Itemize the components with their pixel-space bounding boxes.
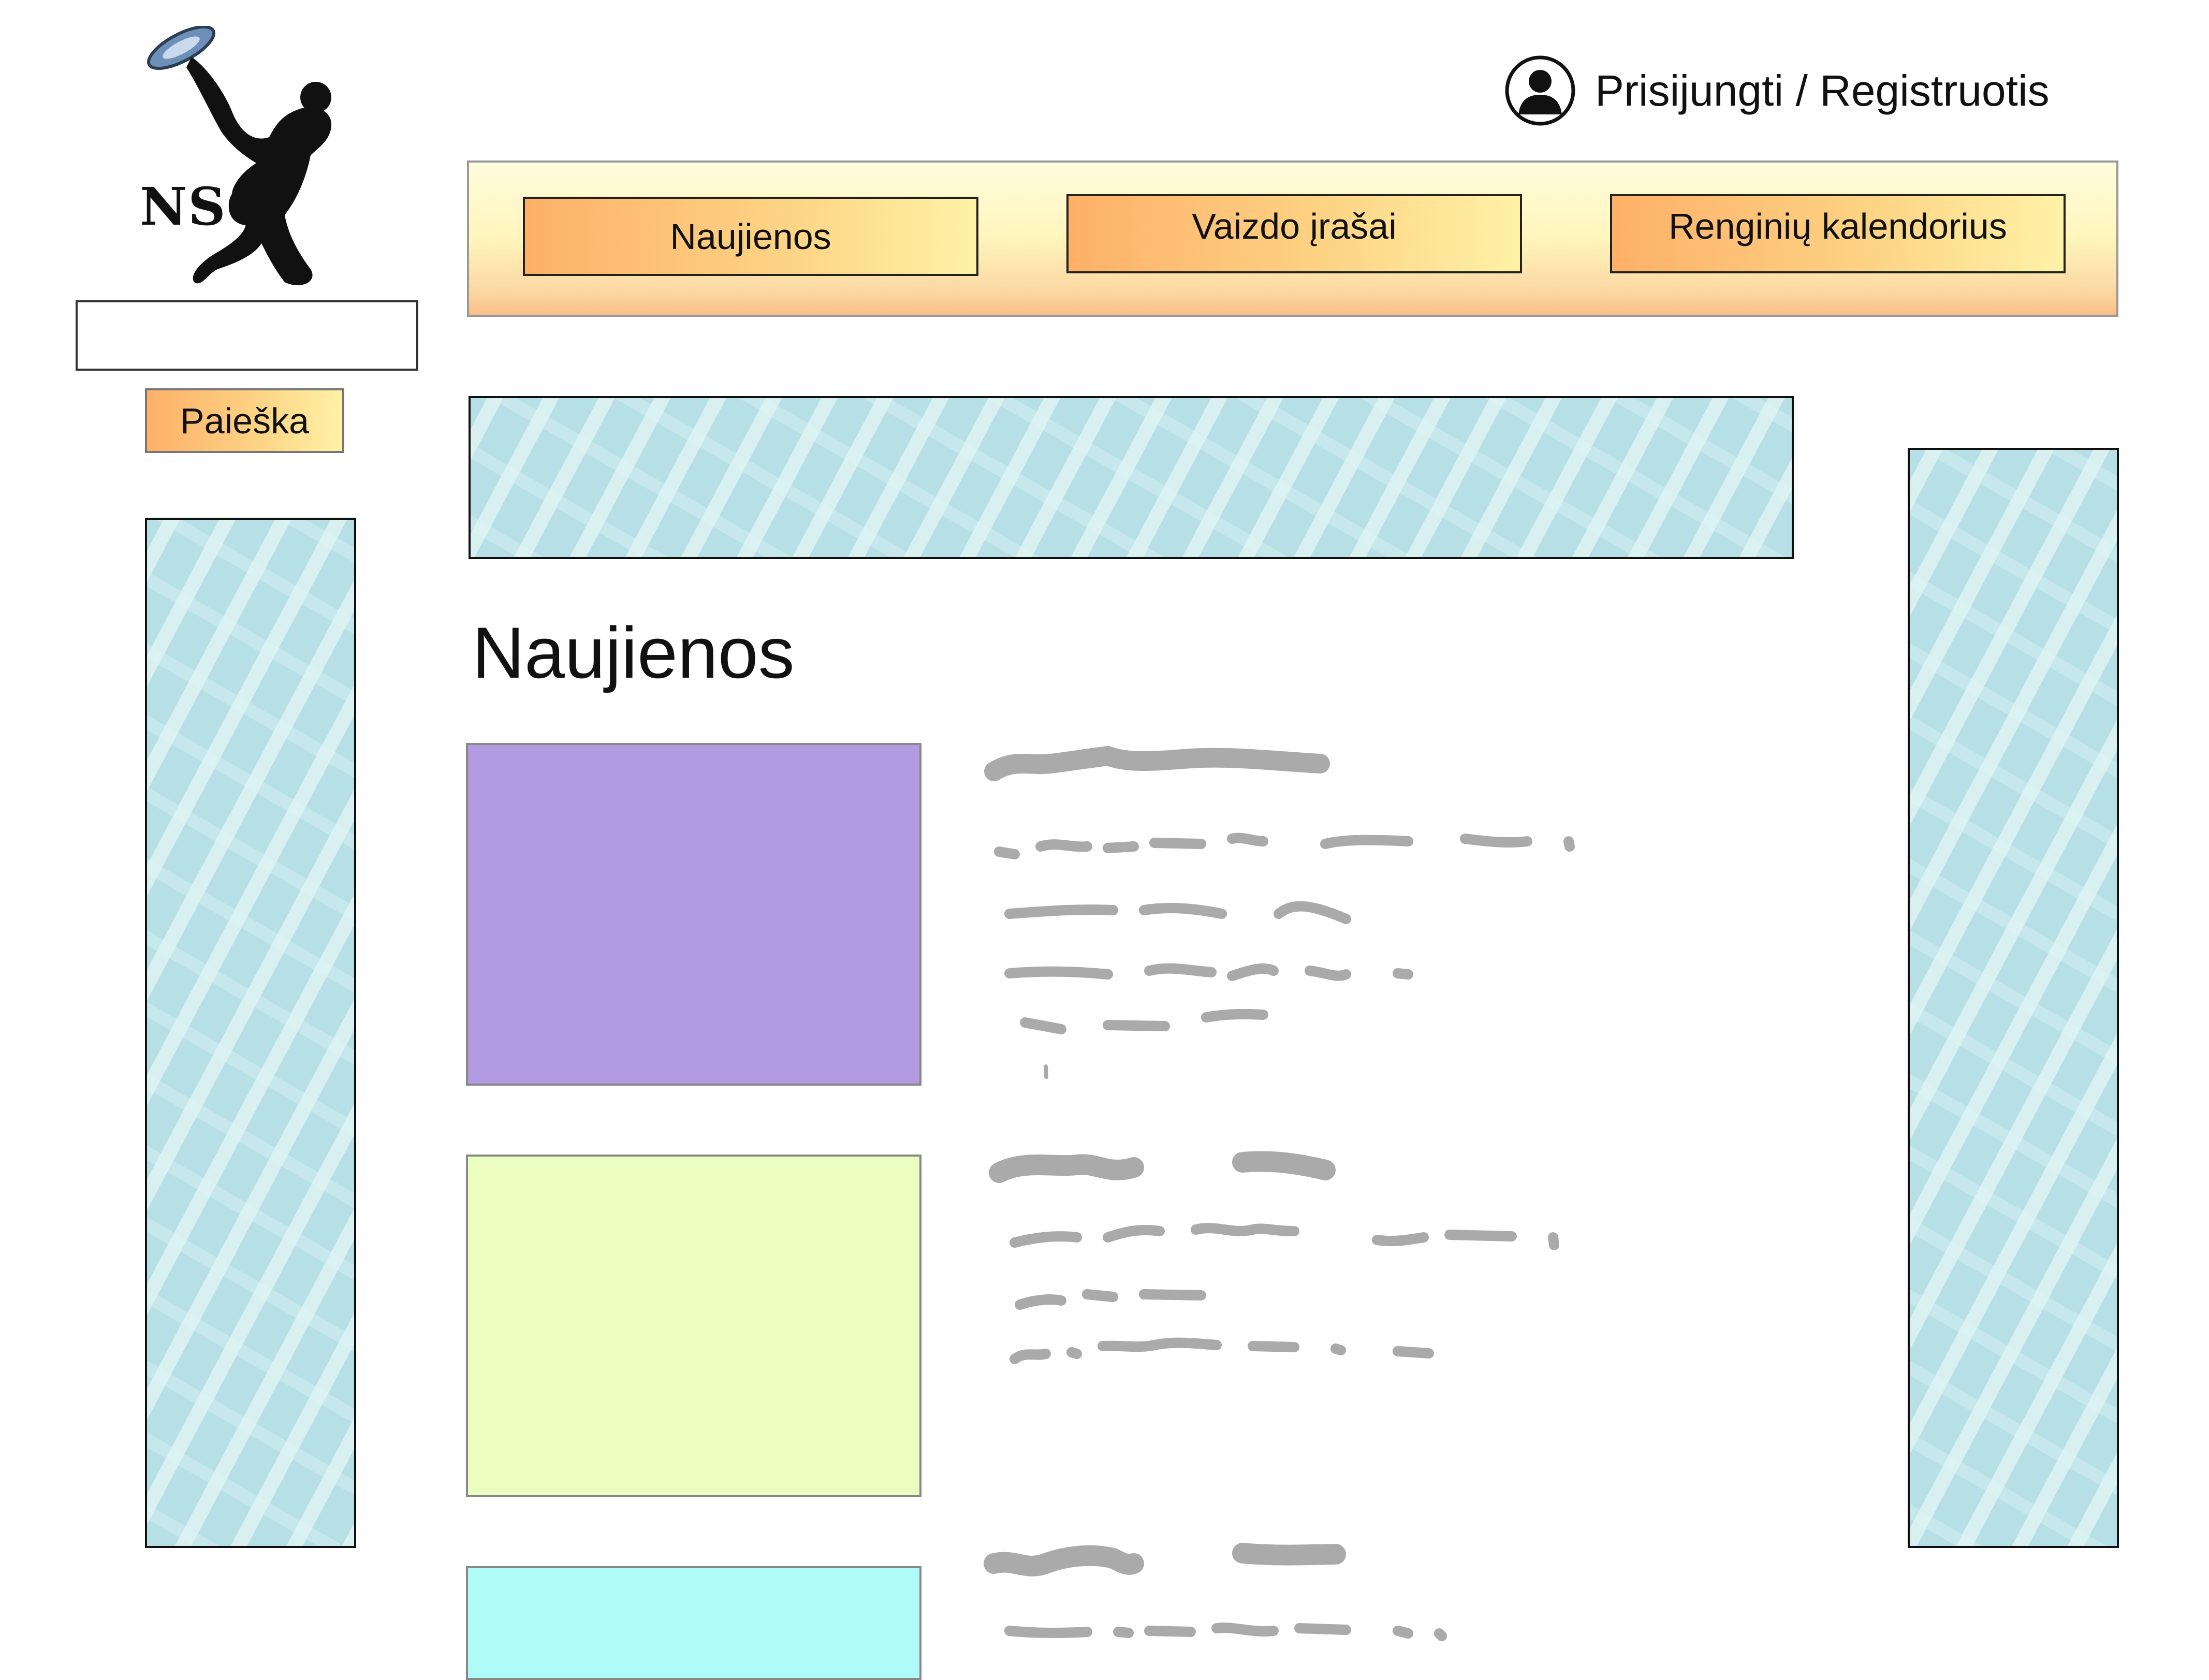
news-thumbnail[interactable]: [466, 743, 921, 1086]
nav-events-calendar-button[interactable]: Renginių kalendorius: [1610, 194, 2066, 273]
login-register-link[interactable]: Prisijungti / Registruotis: [1504, 52, 2050, 129]
news-thumbnail[interactable]: [466, 1155, 921, 1497]
nav-news-button[interactable]: Naujienos: [523, 197, 978, 276]
search-button[interactable]: Paieška: [145, 388, 344, 453]
search-input[interactable]: [76, 300, 418, 371]
left-ad-banner[interactable]: [145, 518, 356, 1548]
nav-videos-label: Vaizdo įrašai: [1192, 206, 1397, 246]
news-text-placeholder[interactable]: [984, 1139, 1760, 1387]
logo-text: NSO: [140, 176, 273, 237]
nav-events-calendar-label: Renginių kalendorius: [1669, 206, 2007, 246]
nav-news-label: Naujienos: [670, 216, 831, 257]
news-thumbnail[interactable]: [466, 1566, 921, 1680]
nav-videos-button[interactable]: Vaizdo įrašai: [1066, 194, 1522, 273]
news-text-placeholder[interactable]: [984, 1532, 1708, 1657]
search-button-label: Paieška: [180, 400, 310, 441]
news-text-placeholder[interactable]: [984, 735, 1760, 1087]
login-register-label: Prisijungti / Registruotis: [1595, 66, 2050, 115]
right-ad-banner[interactable]: [1908, 448, 2119, 1548]
top-ad-banner[interactable]: [469, 396, 1794, 559]
site-logo[interactable]: NSO: [129, 25, 362, 295]
page-title: Naujienos: [472, 612, 795, 693]
discus-thrower-logo: [147, 25, 331, 285]
user-icon: [1505, 55, 1575, 126]
